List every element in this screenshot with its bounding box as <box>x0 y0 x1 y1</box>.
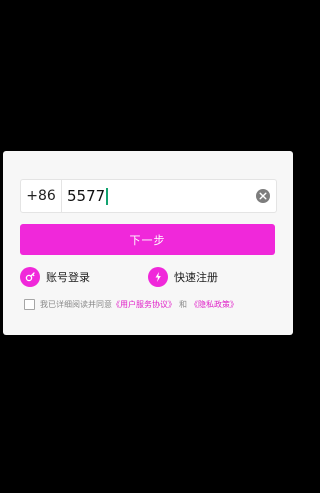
next-step-button[interactable]: 下一步 <box>20 224 275 255</box>
clear-circle-icon[interactable] <box>256 189 270 203</box>
user-agreement-link[interactable]: 《用户服务协议》 <box>112 299 176 310</box>
quick-register-option[interactable]: 快速注册 <box>148 266 218 288</box>
quick-register-label: 快速注册 <box>174 271 218 284</box>
account-login-label: 账号登录 <box>46 271 90 284</box>
login-dialog: +86 5577 下一步 账号登录 快速注册 我已详细阅读并同意 《用户服务协议… <box>3 151 293 335</box>
privacy-policy-link[interactable]: 《隐私政策》 <box>190 299 238 310</box>
key-icon <box>20 267 40 287</box>
phone-number-input[interactable]: 5577 <box>62 180 256 212</box>
bolt-icon <box>148 267 168 287</box>
phone-number-value: 5577 <box>67 187 106 205</box>
phone-input-row: +86 5577 <box>20 179 277 213</box>
agreement-row: 我已详细阅读并同意 《用户服务协议》 和 《隐私政策》 <box>24 297 238 311</box>
agreement-checkbox[interactable] <box>24 298 35 310</box>
text-cursor <box>106 187 109 205</box>
agreement-prefix: 我已详细阅读并同意 <box>40 299 112 309</box>
agreement-and: 和 <box>179 299 187 309</box>
account-login-option[interactable]: 账号登录 <box>20 266 90 288</box>
country-code-selector[interactable]: +86 <box>21 180 62 212</box>
screen: { "colors": { "accent": "#f028da", "link… <box>0 0 296 493</box>
